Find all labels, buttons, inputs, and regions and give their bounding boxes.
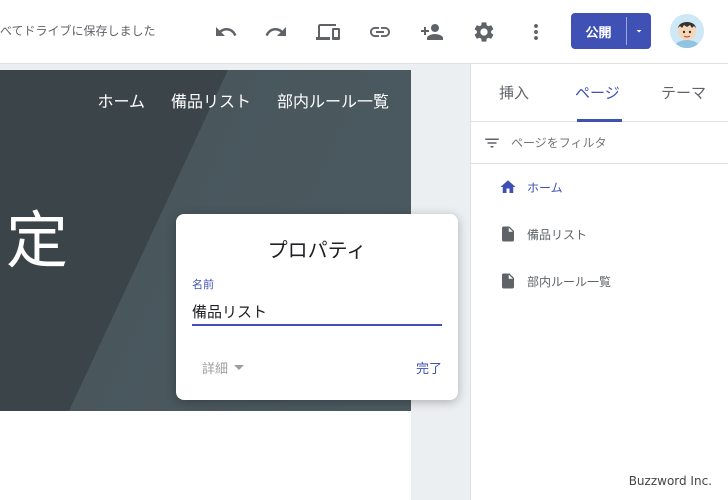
add-person-icon xyxy=(421,24,443,40)
user-avatar-icon xyxy=(670,14,704,48)
more-options-button[interactable] xyxy=(522,18,550,46)
page-icon xyxy=(502,273,514,289)
panel-tabs: 挿入 ページ テーマ xyxy=(471,64,728,122)
redo-icon xyxy=(265,27,286,36)
link-icon xyxy=(370,27,390,37)
page-filter-input[interactable] xyxy=(511,132,711,154)
page-filter xyxy=(471,122,728,164)
publish-button[interactable]: 公開 xyxy=(571,13,626,49)
page-icon xyxy=(502,226,514,242)
details-toggle[interactable]: 詳細 xyxy=(202,358,245,377)
name-field-label: 名前 xyxy=(192,278,214,291)
save-status: べてドライブに保存しました xyxy=(0,24,156,38)
redo-button[interactable] xyxy=(262,18,290,46)
share-button[interactable] xyxy=(418,18,446,46)
site-navigation: ホーム 備品リスト 部内ルール一覧 xyxy=(97,88,389,112)
top-bar: べてドライブに保存しました 公開 xyxy=(0,0,728,64)
nav-item-rules-list[interactable]: 部内ルール一覧 xyxy=(277,88,389,112)
undo-icon xyxy=(216,27,237,36)
name-field[interactable] xyxy=(192,298,442,326)
undo-button[interactable] xyxy=(212,18,240,46)
details-label: 詳細 xyxy=(202,362,229,377)
nav-item-equipment-list[interactable]: 備品リスト xyxy=(171,88,251,112)
chevron-down-icon xyxy=(234,365,245,370)
hero-title[interactable]: 定 xyxy=(6,190,68,280)
arrow-drop-down-icon xyxy=(636,30,642,33)
page-item-label: 備品リスト xyxy=(527,227,588,242)
page-item-label: ホーム xyxy=(527,180,563,195)
filter-icon xyxy=(485,138,499,148)
dialog-title: プロパティ xyxy=(267,238,367,262)
devices-icon xyxy=(316,24,340,40)
tab-pages[interactable]: ページ xyxy=(575,82,620,103)
properties-dialog: プロパティ 名前 詳細 完了 xyxy=(176,214,458,400)
side-panel: 挿入 ページ テーマ ホーム 備品リスト 部内ルール一覧 xyxy=(470,64,728,500)
avatar[interactable] xyxy=(670,14,704,48)
page-item-label: 部内ルール一覧 xyxy=(527,274,612,289)
page-item-rules-list[interactable]: 部内ルール一覧 xyxy=(499,272,611,290)
publish-dropdown-button[interactable] xyxy=(627,13,651,49)
copy-link-button[interactable] xyxy=(366,18,394,46)
done-button[interactable]: 完了 xyxy=(416,358,442,377)
nav-item-home[interactable]: ホーム xyxy=(97,88,145,112)
preview-devices-button[interactable] xyxy=(314,18,342,46)
page-item-home[interactable]: ホーム xyxy=(499,178,563,196)
watermark: Buzzword Inc. xyxy=(628,474,712,488)
settings-button[interactable] xyxy=(470,18,498,46)
publish-button-group: 公開 xyxy=(571,13,651,49)
tab-themes[interactable]: テーマ xyxy=(661,82,706,103)
more-vert-icon xyxy=(534,24,538,40)
tab-insert[interactable]: 挿入 xyxy=(499,82,529,103)
gear-icon xyxy=(474,22,494,42)
home-icon xyxy=(500,180,516,193)
page-item-equipment-list[interactable]: 備品リスト xyxy=(499,225,587,243)
